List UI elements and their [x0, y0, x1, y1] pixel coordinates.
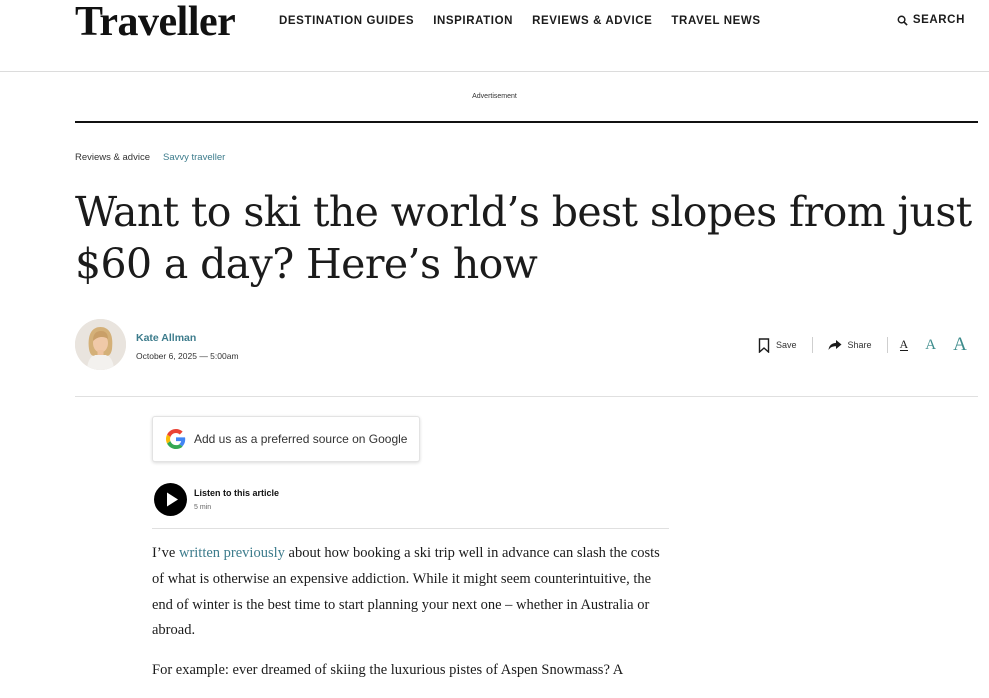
site-header: Traveller DESTINATION GUIDES INSPIRATION… [0, 0, 989, 72]
search-button[interactable]: SEARCH [897, 14, 965, 26]
paragraph: For example: ever dreamed of skiing the … [152, 662, 624, 679]
play-audio-button[interactable] [154, 483, 187, 516]
article-toolbar: Save Share A A A [758, 334, 967, 356]
toolbar-divider [886, 337, 888, 353]
share-arrow-icon [828, 340, 842, 350]
nav-travel-news[interactable]: TRAVEL NEWS [671, 15, 760, 27]
paragraph: I’ve written previously about how bookin… [152, 541, 672, 644]
search-icon [897, 15, 908, 26]
breadcrumb: Reviews & advice Savvy traveller [75, 152, 225, 163]
breadcrumb-subsection[interactable]: Savvy traveller [163, 152, 225, 163]
author-name[interactable]: Kate Allman [136, 332, 196, 344]
google-preferred-source-button[interactable]: Add us as a preferred source on Google [152, 416, 420, 462]
site-logo[interactable]: Traveller [75, 0, 236, 46]
author-avatar[interactable] [75, 319, 126, 370]
written-previously-link[interactable]: written previously [179, 545, 285, 561]
advertisement-label: Advertisement [472, 93, 517, 100]
save-button[interactable]: Save [758, 337, 797, 353]
section-divider [75, 121, 978, 123]
google-icon [166, 429, 186, 449]
save-label: Save [776, 340, 797, 350]
nav-inspiration[interactable]: INSPIRATION [433, 15, 513, 27]
share-button[interactable]: Share [828, 339, 872, 351]
main-nav: DESTINATION GUIDES INSPIRATION REVIEWS &… [279, 15, 780, 27]
article-title: Want to ski the world’s best slopes from… [75, 188, 972, 288]
paragraph-text: I’ve [152, 545, 179, 561]
article-body: I’ve written previously about how bookin… [152, 541, 672, 698]
google-button-label: Add us as a preferred source on Google [194, 432, 408, 446]
audio-divider [152, 528, 669, 529]
bookmark-icon [758, 337, 770, 353]
listen-label: Listen to this article [194, 488, 280, 498]
byline-divider [75, 396, 978, 397]
play-icon [167, 492, 178, 507]
publish-date: October 6, 2025 — 5:00am [136, 351, 239, 361]
toolbar-divider [811, 337, 813, 353]
breadcrumb-section[interactable]: Reviews & advice [75, 152, 150, 163]
search-label: SEARCH [912, 14, 965, 26]
share-label: Share [847, 340, 872, 350]
font-size-small[interactable]: A [899, 338, 909, 351]
font-size-large[interactable]: A [953, 334, 967, 356]
nav-reviews-advice[interactable]: REVIEWS & ADVICE [532, 15, 652, 27]
font-size-medium[interactable]: A [925, 337, 936, 354]
nav-destination-guides[interactable]: DESTINATION GUIDES [279, 15, 414, 27]
listen-duration: 5 min [194, 504, 212, 511]
